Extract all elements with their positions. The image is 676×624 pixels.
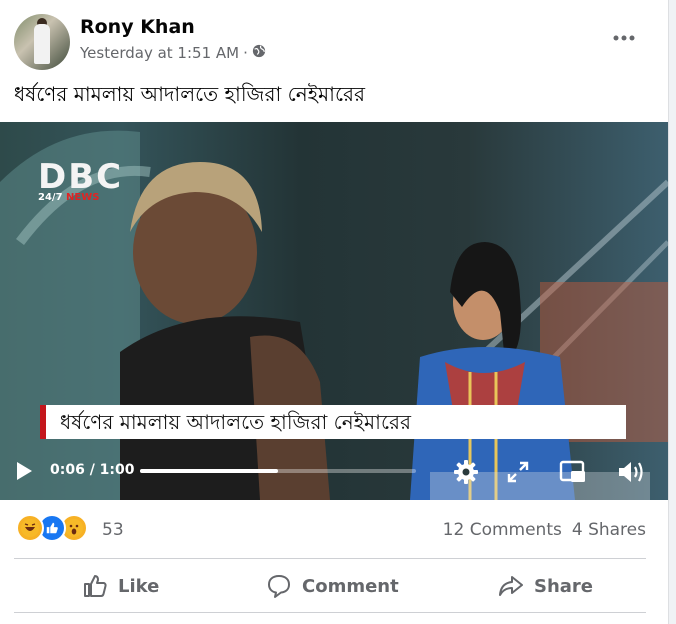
video-headline: ধর্ষণের মামলায় আদালতে হাজিরা নেইমারের <box>60 410 411 434</box>
avatar-figure <box>34 24 50 64</box>
post-timestamp[interactable]: Yesterday at 1:51 AM <box>80 44 239 62</box>
video-headline-bar: ধর্ষণের মামলায় আদালতে হাজিরা নেইমারের <box>40 405 626 439</box>
post-meta: Yesterday at 1:51 AM · <box>80 44 266 62</box>
comment-label: Comment <box>302 575 399 597</box>
share-label: Share <box>534 575 594 597</box>
logo-text: DBC <box>38 157 124 197</box>
post-text: ধর্ষণের মামলায় আদালতে হাজিরা নেইমারের <box>14 82 365 106</box>
channel-logo: DBC 24/7 NEWS <box>38 157 124 203</box>
haha-reaction-icon <box>16 514 44 542</box>
share-icon <box>499 576 523 596</box>
share-button[interactable]: Share <box>498 566 593 606</box>
more-icon <box>613 35 635 41</box>
shares-count[interactable]: 4 Shares <box>572 520 646 540</box>
meta-separator: · <box>243 44 248 62</box>
post-card: Rony Khan Yesterday at 1:51 AM · ধর্ষণের… <box>0 0 669 624</box>
avatar[interactable] <box>14 14 70 70</box>
video-progress-bar[interactable] <box>140 469 416 473</box>
fullscreen-icon <box>507 461 529 483</box>
like-icon <box>84 575 107 597</box>
volume-button[interactable] <box>616 458 646 486</box>
comment-icon <box>268 575 290 598</box>
video-progress-fill <box>140 469 278 473</box>
reaction-count[interactable]: 53 <box>102 520 124 540</box>
settings-icon <box>454 460 478 484</box>
post-stats: 12 Comments 4 Shares <box>443 520 646 540</box>
logo-sub-a: 24/7 <box>38 192 63 203</box>
author-name[interactable]: Rony Khan <box>80 16 195 38</box>
video-time: 0:06 / 1:00 <box>50 462 135 478</box>
like-label: Like <box>118 575 160 597</box>
play-icon <box>17 462 32 480</box>
volume-icon <box>619 462 643 482</box>
like-button[interactable]: Like <box>82 566 159 606</box>
reactions-summary[interactable] <box>16 514 88 542</box>
divider-bottom <box>14 612 646 613</box>
comments-count[interactable]: 12 Comments <box>443 520 562 540</box>
pip-icon <box>559 460 585 482</box>
video-player[interactable]: DBC 24/7 NEWS ধর্ষণের মামলায় আদালতে হাজ… <box>0 122 668 500</box>
video-controls: 0:06 / 1:00 <box>0 452 668 492</box>
play-button[interactable] <box>14 460 36 482</box>
divider-top <box>14 558 646 559</box>
more-options-button[interactable] <box>610 26 638 50</box>
logo-sub-b: NEWS <box>66 192 100 203</box>
fullscreen-button[interactable] <box>506 460 530 484</box>
comment-button[interactable]: Comment <box>266 566 399 606</box>
globe-icon <box>252 44 266 62</box>
pip-button[interactable] <box>558 458 588 486</box>
settings-button[interactable] <box>452 458 480 486</box>
